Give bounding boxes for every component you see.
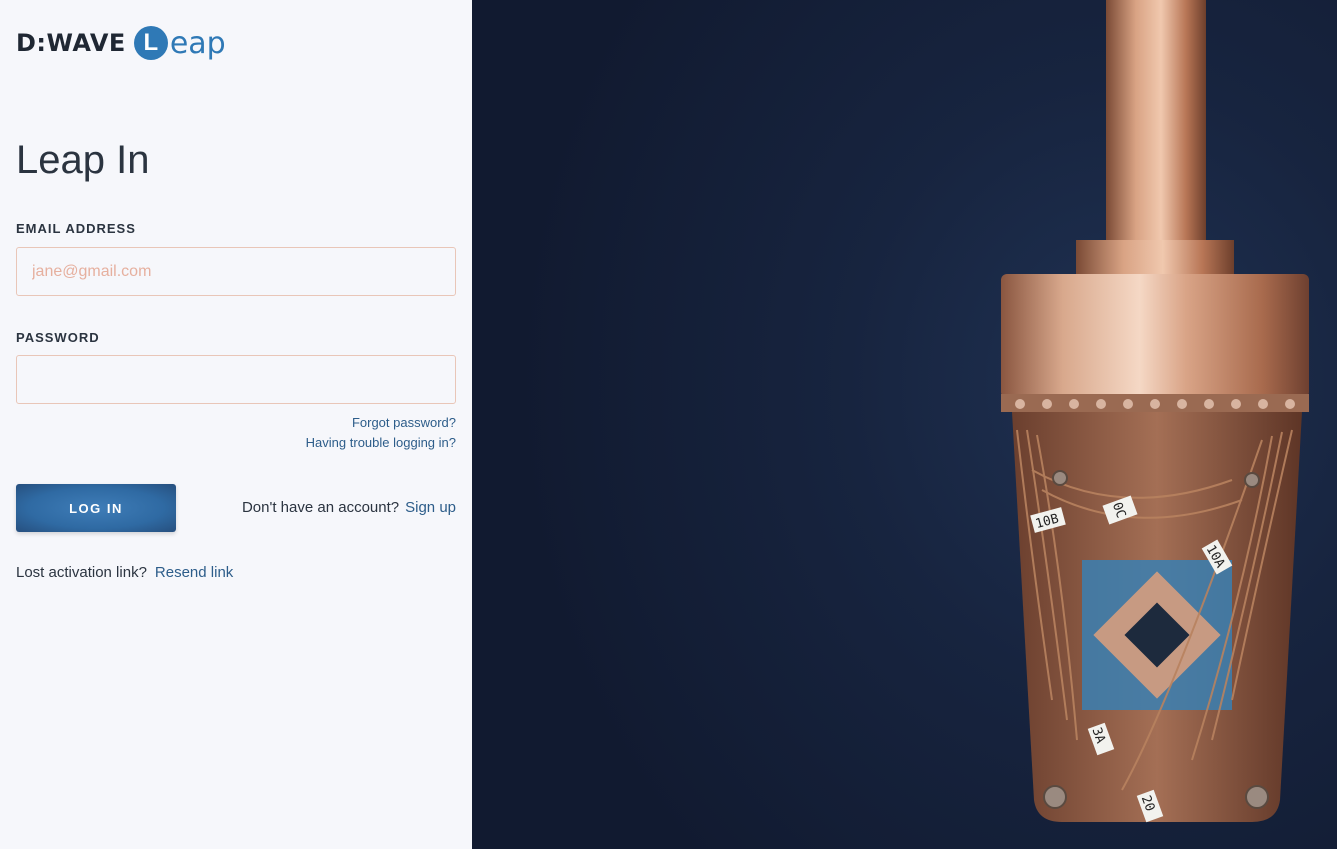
page-title: Leap In [16, 138, 150, 182]
pipe-collar [1076, 240, 1234, 278]
password-field[interactable] [16, 355, 456, 404]
dwave-leap-logo[interactable]: D:WAVE L eap [16, 24, 226, 62]
sign-up-link[interactable]: Sign up [405, 499, 456, 516]
forgot-password-link[interactable]: Forgot password? [352, 415, 456, 430]
no-account-text: Don't have an account? [241, 499, 400, 516]
quantum-processor-image: 10B 0C 10A 3A 20 [1001, 0, 1309, 823]
password-label: PASSWORD [16, 330, 100, 345]
hero-image-panel: 10B 0C 10A 3A 20 [472, 0, 1337, 849]
lost-activation-text: Lost activation link? [16, 564, 147, 581]
resend-row: Lost activation link? Resend link [16, 564, 233, 581]
leap-logo-circle: L [133, 26, 168, 60]
email-label: EMAIL ADDRESS [16, 221, 136, 236]
login-panel: D:WAVE L eap Leap In EMAIL ADDRESS PASSW… [0, 0, 472, 849]
login-button[interactable]: LOG IN [16, 484, 176, 532]
resend-link[interactable]: Resend link [155, 564, 233, 581]
leap-wordmark: L eap [133, 25, 226, 61]
dwave-wordmark: D:WAVE [16, 29, 126, 57]
email-field[interactable] [16, 247, 456, 296]
drum-shape [1001, 274, 1309, 398]
signup-row: Don't have an account? Sign up [242, 499, 456, 516]
pipe-shape [1106, 0, 1206, 245]
trouble-logging-in-link[interactable]: Having trouble logging in? [306, 435, 456, 450]
leap-logo-text: eap [169, 25, 226, 61]
